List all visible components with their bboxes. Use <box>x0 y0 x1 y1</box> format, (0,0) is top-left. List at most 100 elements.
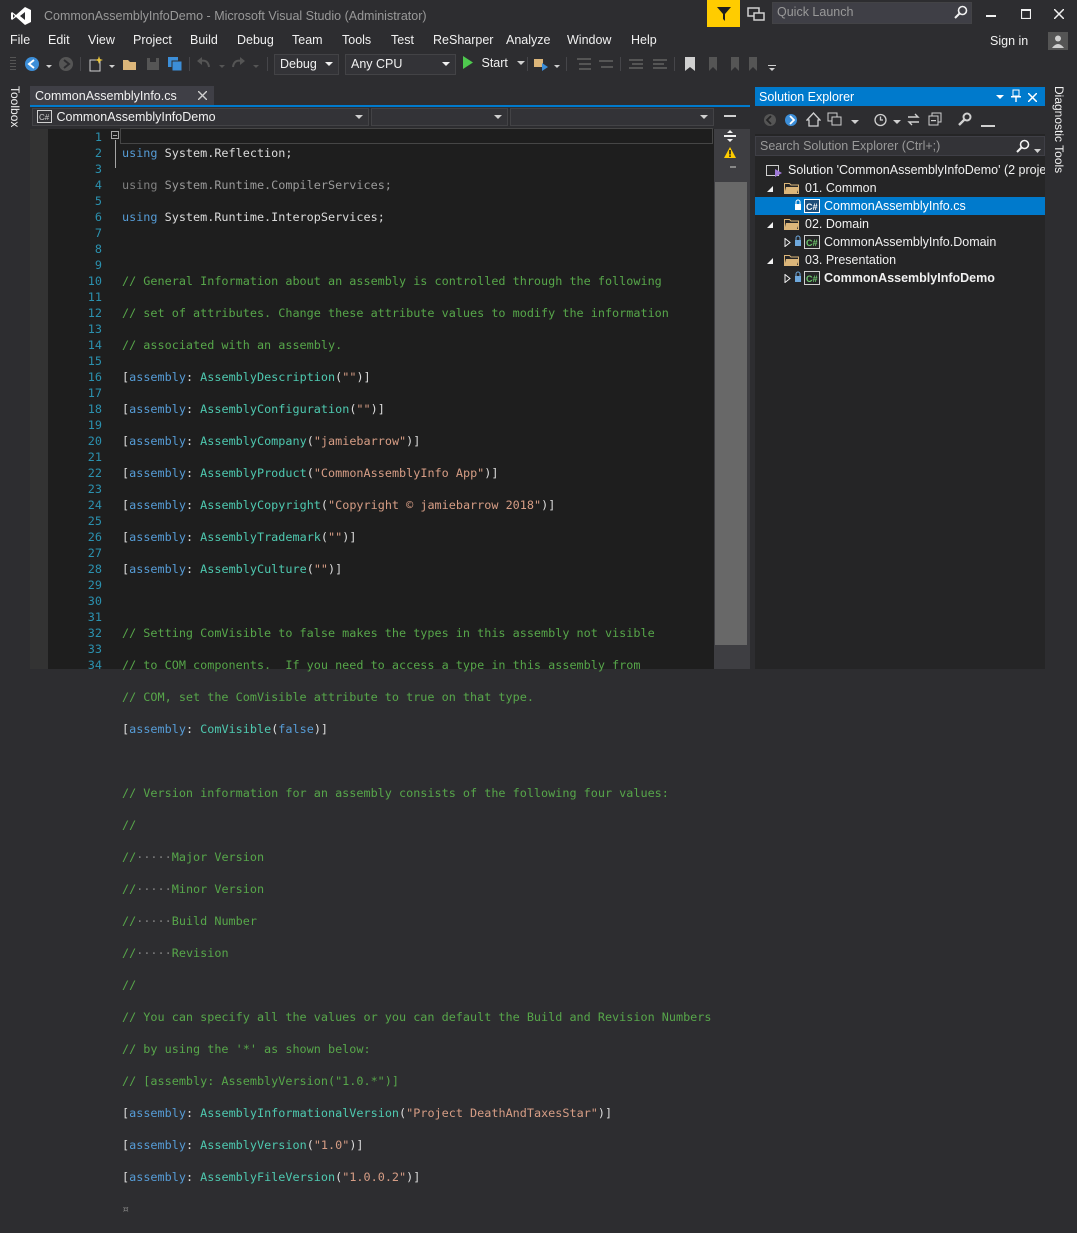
start-debugging-button[interactable]: Start <box>462 56 526 70</box>
previous-bookmark-icon[interactable] <box>706 56 722 72</box>
undo-icon[interactable] <box>196 56 212 72</box>
maximize-button[interactable] <box>1011 4 1041 24</box>
menu-tools[interactable]: Tools <box>342 33 371 47</box>
tree-item-solution[interactable]: Solution 'CommonAssemblyInfoDemo' (2 pro… <box>755 161 1045 179</box>
expanded-arrow-icon[interactable] <box>766 218 774 232</box>
collapsed-arrow-icon[interactable] <box>784 236 791 250</box>
tree-item-folder-common[interactable]: 01. Common <box>755 179 1045 197</box>
quick-launch-box[interactable] <box>772 2 972 24</box>
svg-text:C#: C# <box>39 113 50 122</box>
home-icon[interactable] <box>805 112 822 130</box>
document-tab[interactable]: CommonAssemblyInfo.cs <box>30 86 214 106</box>
menu-window[interactable]: Window <box>567 33 611 47</box>
tree-item-folder-presentation[interactable]: 03. Presentation <box>755 251 1045 269</box>
tree-item-project-domain[interactable]: C# CommonAssemblyInfo.Domain <box>755 233 1045 251</box>
tree-item-commonassemblyinfo-cs[interactable]: C# CommonAssemblyInfo.cs <box>755 197 1045 215</box>
solution-search-input[interactable] <box>756 137 1019 155</box>
new-dropdown-icon[interactable] <box>108 56 116 72</box>
browse-icon[interactable] <box>533 56 549 72</box>
line-number: 12 <box>87 306 102 320</box>
close-panel-icon[interactable] <box>1027 91 1038 105</box>
diagnostic-tools-tab[interactable]: Diagnostic Tools <box>1052 86 1066 173</box>
switch-views-icon[interactable] <box>827 112 843 130</box>
toolbox-tab[interactable]: Toolbox <box>8 86 22 127</box>
menu-file[interactable]: File <box>10 33 30 47</box>
menu-build[interactable]: Build <box>190 33 218 47</box>
menu-edit[interactable]: Edit <box>48 33 70 47</box>
close-icon <box>1054 9 1064 19</box>
step-into-icon[interactable] <box>576 56 592 72</box>
member-navigation-select[interactable] <box>510 108 714 126</box>
auto-hide-pin-icon[interactable] <box>1011 89 1021 105</box>
save-all-icon[interactable] <box>167 56 183 72</box>
switch-views-dropdown-icon[interactable] <box>851 115 859 129</box>
clear-bookmarks-icon[interactable] <box>746 56 762 72</box>
type-navigation-select[interactable] <box>371 108 508 126</box>
properties-wrench-icon[interactable] <box>957 112 972 130</box>
solution-platform-select[interactable]: Any CPU <box>345 54 456 75</box>
scrollbar-thumb[interactable] <box>715 182 747 645</box>
quick-launch-input[interactable] <box>773 3 951 21</box>
menu-view[interactable]: View <box>88 33 115 47</box>
uncomment-lines-icon[interactable] <box>652 56 668 72</box>
next-bookmark-icon[interactable] <box>728 56 744 72</box>
menu-analyze[interactable]: Analyze <box>506 33 550 47</box>
close-tab-icon[interactable] <box>197 89 208 103</box>
notifications-filter-button[interactable] <box>707 0 740 27</box>
undo-dropdown-icon[interactable] <box>218 56 226 72</box>
menu-team[interactable]: Team <box>292 33 323 47</box>
close-window-button[interactable] <box>1044 4 1074 24</box>
line-number: 20 <box>87 434 102 448</box>
solution-configuration-select[interactable]: Debug <box>274 54 339 75</box>
navigate-forward-icon[interactable] <box>58 56 74 72</box>
solution-icon <box>766 163 783 179</box>
comment-lines-icon[interactable] <box>628 56 644 72</box>
se-back-icon[interactable] <box>763 113 777 130</box>
back-dropdown-icon[interactable] <box>45 56 53 72</box>
warning-icon[interactable] <box>724 147 736 161</box>
collapse-region-icon[interactable] <box>111 131 119 139</box>
collapse-all-icon[interactable] <box>928 112 943 130</box>
toolbar-grip[interactable] <box>10 57 16 71</box>
toolbar-overflow-icon[interactable] <box>768 56 776 72</box>
new-project-icon[interactable] <box>88 56 104 72</box>
search-icon[interactable] <box>954 5 968 22</box>
filter-dropdown-icon[interactable] <box>893 115 901 129</box>
code-line: //·····Major Version <box>122 850 265 864</box>
solution-explorer-search[interactable] <box>755 136 1045 156</box>
add-navigation-bar-icon[interactable] <box>724 110 736 125</box>
expanded-arrow-icon[interactable] <box>766 254 774 268</box>
menu-project[interactable]: Project <box>133 33 172 47</box>
account-avatar-icon[interactable] <box>1048 32 1068 50</box>
split-window-icon[interactable] <box>724 130 736 142</box>
save-icon[interactable] <box>145 56 161 72</box>
navigate-back-icon[interactable] <box>24 56 40 72</box>
collapsed-arrow-icon[interactable] <box>784 272 791 286</box>
menu-test[interactable]: Test <box>391 33 414 47</box>
redo-icon[interactable] <box>230 56 246 72</box>
browse-dropdown-icon[interactable] <box>553 56 561 72</box>
expanded-arrow-icon[interactable] <box>766 182 774 196</box>
pending-changes-filter-icon[interactable] <box>873 112 888 130</box>
sign-in-link[interactable]: Sign in <box>990 34 1028 48</box>
step-over-icon[interactable] <box>598 56 614 72</box>
search-options-dropdown-icon[interactable] <box>1034 143 1041 157</box>
se-forward-icon[interactable] <box>784 113 798 130</box>
menu-debug[interactable]: Debug <box>237 33 274 47</box>
search-icon[interactable] <box>1016 139 1030 156</box>
tree-item-project-demo[interactable]: C# CommonAssemblyInfoDemo <box>755 269 1045 287</box>
window-position-dropdown-icon[interactable] <box>996 91 1004 105</box>
tree-item-folder-domain[interactable]: 02. Domain <box>755 215 1045 233</box>
menu-help[interactable]: Help <box>631 33 657 47</box>
project-navigation-select[interactable]: C# CommonAssemblyInfoDemo <box>32 108 369 126</box>
bookmark-icon[interactable] <box>682 56 698 72</box>
open-folder-icon[interactable] <box>122 56 138 72</box>
code-text[interactable]: using System.Reflection; using System.Ru… <box>122 129 712 1233</box>
preview-selected-items-icon[interactable] <box>981 117 995 131</box>
menu-resharper[interactable]: ReSharper <box>433 33 493 47</box>
indicator-margin[interactable] <box>30 129 48 669</box>
redo-dropdown-icon[interactable] <box>252 56 260 72</box>
minimize-button[interactable] <box>976 4 1006 24</box>
feedback-icon[interactable] <box>746 5 766 23</box>
sync-with-active-document-icon[interactable] <box>906 112 921 130</box>
